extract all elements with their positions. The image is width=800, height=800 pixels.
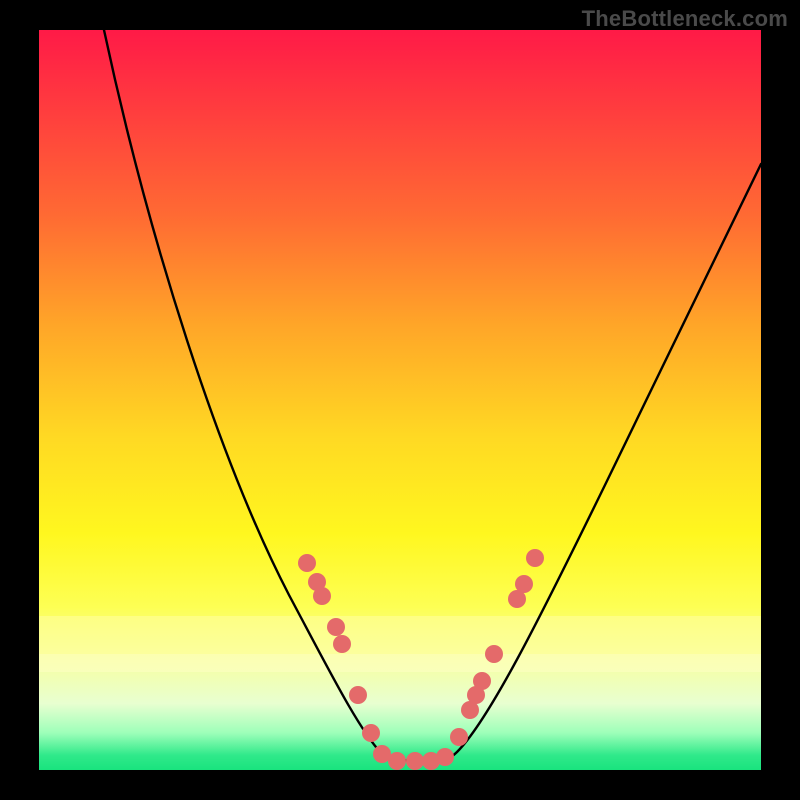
curve-marker	[362, 724, 380, 742]
curve-marker	[327, 618, 345, 636]
curve-marker	[436, 748, 454, 766]
curve-marker	[406, 752, 424, 770]
curve-marker	[526, 549, 544, 567]
chart-svg	[39, 30, 761, 770]
curve-marker	[388, 752, 406, 770]
curve-marker	[349, 686, 367, 704]
highlight-band	[39, 616, 761, 654]
plot-area	[39, 30, 761, 770]
watermark-text: TheBottleneck.com	[582, 6, 788, 32]
curve-marker	[298, 554, 316, 572]
curve-marker	[450, 728, 468, 746]
highlight-bands	[39, 616, 761, 672]
curve-marker	[313, 587, 331, 605]
chart-frame: TheBottleneck.com	[0, 0, 800, 800]
curve-marker	[473, 672, 491, 690]
highlight-band	[39, 654, 761, 672]
curve-marker	[485, 645, 503, 663]
curve-marker	[333, 635, 351, 653]
curve-marker	[515, 575, 533, 593]
